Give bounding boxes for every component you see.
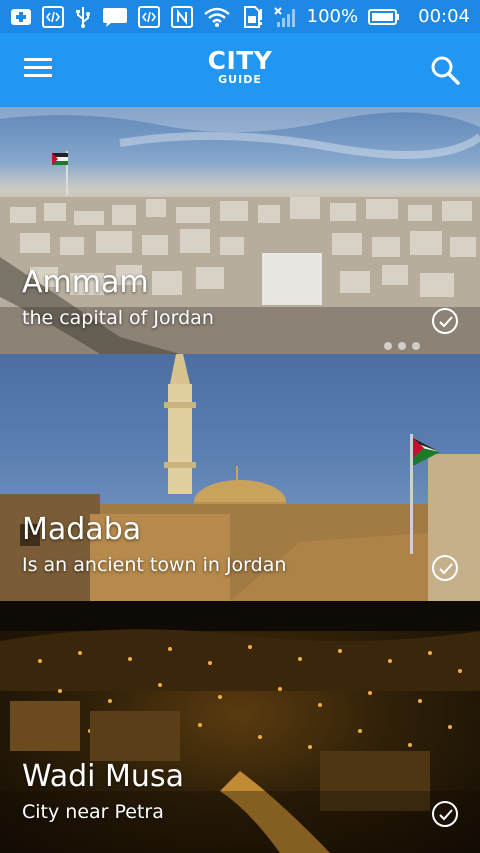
city-card-wadi-musa[interactable]: Wadi Musa City near Petra (0, 601, 480, 853)
pager-dot (384, 342, 392, 350)
code-notification-icon (42, 5, 64, 28)
city-subtitle-wadi-musa: City near Petra (22, 801, 164, 823)
status-time: 00:04 (418, 6, 470, 27)
pager-dot (398, 342, 406, 350)
sim-card-icon (241, 5, 263, 28)
usb-icon (74, 6, 92, 28)
visited-check-button[interactable] (432, 801, 458, 827)
city-subtitle-madaba: Is an ancient town in Jordan (22, 554, 287, 576)
logo-sub-text: GUIDE (218, 73, 262, 86)
no-signal-icon (273, 6, 297, 28)
search-icon (431, 56, 460, 85)
app-logo: CITY GUIDE (0, 48, 480, 85)
add-notification-icon (10, 7, 32, 27)
nfc-icon (170, 5, 193, 28)
wifi-icon (203, 6, 231, 28)
message-icon (102, 6, 128, 28)
code-notification-icon-2 (138, 5, 160, 28)
app-bar: CITY GUIDE (0, 33, 480, 107)
image-pager-dots (384, 342, 420, 350)
city-list: Ammam the capital of Jordan Madaba Is an… (0, 107, 480, 853)
city-subtitle-ammam: the capital of Jordan (22, 307, 214, 329)
battery-icon (368, 8, 400, 26)
status-right-icons: 100% 00:04 (170, 5, 470, 28)
check-icon (439, 563, 453, 575)
battery-percent: 100% (306, 6, 359, 27)
pager-dot (412, 342, 420, 350)
visited-check-button[interactable] (432, 555, 458, 581)
logo-main-text: CITY (207, 46, 273, 75)
check-icon (439, 316, 453, 328)
city-title-madaba: Madaba (22, 512, 142, 547)
city-title-ammam: Ammam (22, 265, 149, 300)
search-button[interactable] (430, 55, 462, 87)
city-card-ammam[interactable]: Ammam the capital of Jordan (0, 107, 480, 354)
check-icon (439, 809, 453, 821)
city-title-wadi-musa: Wadi Musa (22, 759, 184, 794)
status-left-icons (10, 5, 160, 28)
city-card-madaba[interactable]: Madaba Is an ancient town in Jordan (0, 354, 480, 601)
visited-check-button[interactable] (432, 308, 458, 334)
status-bar: 100% 00:04 (0, 0, 480, 33)
